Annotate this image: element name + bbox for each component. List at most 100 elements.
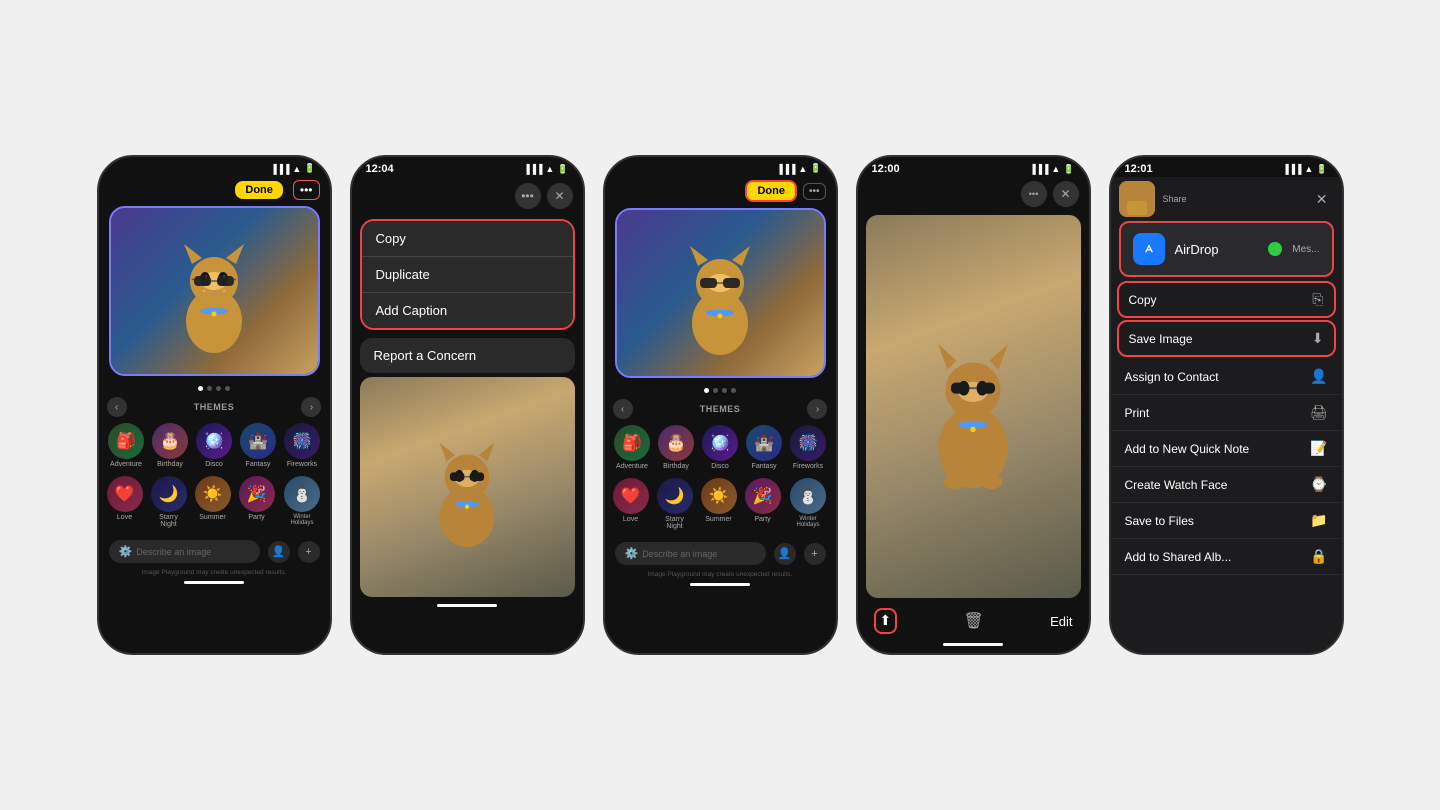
- screen2-top-bar: ••• ✕: [352, 177, 583, 215]
- theme-3-love[interactable]: ❤️ Love: [613, 478, 649, 530]
- theme-birthday[interactable]: 🎂 Birthday: [152, 423, 188, 468]
- more-options-icon[interactable]: •••: [515, 183, 541, 209]
- theme-fantasy[interactable]: 🏰 Fantasy: [240, 423, 276, 468]
- person-3-btn[interactable]: 👤: [774, 543, 796, 565]
- more-options-button-3[interactable]: •••: [803, 183, 826, 200]
- more-options-button-1[interactable]: •••: [293, 180, 320, 200]
- theme-starry-icon: 🌙: [151, 476, 187, 512]
- menu-item-duplicate[interactable]: Duplicate: [362, 257, 573, 293]
- save-files-option[interactable]: Save to Files 📁: [1111, 503, 1342, 539]
- cat-svg-4: [918, 324, 1028, 489]
- status-icons-1: ▐▐▐ ▲ 🔋: [270, 163, 315, 174]
- dot-3: [216, 386, 221, 391]
- home-indicator-1: [184, 581, 244, 584]
- theme-party-icon: 🎉: [239, 476, 275, 512]
- prev-theme-button[interactable]: ‹: [107, 397, 127, 417]
- themes-label-1: THEMES: [194, 402, 235, 412]
- dot-1: [198, 386, 203, 391]
- theme-birthday-icon: 🎂: [152, 423, 188, 459]
- theme-party[interactable]: 🎉 Party: [239, 476, 275, 528]
- save-image-icon: ⬇: [1312, 330, 1324, 347]
- describe-input-1[interactable]: ⚙️ Describe an image: [109, 540, 260, 563]
- add-3-btn[interactable]: +: [804, 543, 826, 565]
- copy-icon: ⎘: [1312, 291, 1323, 308]
- screen1-header: Done •••: [99, 176, 330, 200]
- context-menu-highlighted: Copy Duplicate Add Caption: [360, 219, 575, 330]
- theme-3-disco[interactable]: 🪩 Disco: [702, 425, 738, 470]
- theme-3-fireworks[interactable]: 🎆 Fireworks: [790, 425, 826, 470]
- menu-item-add-caption[interactable]: Add Caption: [362, 293, 573, 328]
- theme-3-party[interactable]: 🎉 Party: [745, 478, 781, 530]
- status-bar-2: 12:04 ▐▐▐ ▲ 🔋: [352, 157, 583, 177]
- theme-disco[interactable]: 🪩 Disco: [196, 423, 232, 468]
- theme-3-birthday[interactable]: 🎂 Birthday: [658, 425, 694, 470]
- phone-screen-5: 12:01 ▐▐▐ ▲ 🔋 Share ✕: [1109, 155, 1344, 655]
- context-menu-secondary: Report a Concern: [360, 338, 575, 373]
- theme-fireworks-icon: 🎆: [284, 423, 320, 459]
- menu-item-copy[interactable]: Copy: [362, 221, 573, 257]
- next-theme-button[interactable]: ›: [301, 397, 321, 417]
- shared-album-option[interactable]: Add to Shared Alb... 🔒: [1111, 539, 1342, 575]
- home-indicator-3: [690, 583, 750, 586]
- cat-full-image: [866, 215, 1081, 598]
- airdrop-status-dot: [1268, 242, 1282, 256]
- theme-starry[interactable]: 🌙 Starry Night: [151, 476, 187, 528]
- theme-3-winter[interactable]: ⛄ Winter Holidays: [789, 478, 828, 530]
- share-thumbnail: [1119, 181, 1155, 217]
- screen4-top-bar: ••• ✕: [858, 177, 1089, 211]
- done-button-1[interactable]: Done: [235, 181, 283, 199]
- themes-label-3: THEMES: [700, 404, 741, 414]
- theme-love-icon: ❤️: [107, 476, 143, 512]
- close-icon-4[interactable]: ✕: [1053, 181, 1079, 207]
- theme-3-starry[interactable]: 🌙 Starry Night: [657, 478, 693, 530]
- close-icon[interactable]: ✕: [547, 183, 573, 209]
- theme-summer-icon: ☀️: [195, 476, 231, 512]
- prev-theme-3[interactable]: ‹: [613, 399, 633, 419]
- time-4: 12:00: [872, 163, 900, 175]
- theme-winter-icon: ⛄: [284, 476, 320, 512]
- share-options-list: Copy ⎘ Save Image ⬇ Assign to Contact 👤 …: [1111, 279, 1342, 655]
- themes-nav-3: ‹ THEMES ›: [605, 397, 836, 421]
- theme-3-summer[interactable]: ☀️ Summer: [701, 478, 737, 530]
- theme-3-fantasy[interactable]: 🏰 Fantasy: [746, 425, 782, 470]
- save-files-icon: 📁: [1310, 512, 1327, 529]
- edit-button-4[interactable]: Edit: [1050, 614, 1072, 629]
- dot-4: [225, 386, 230, 391]
- theme-adventure[interactable]: 🎒 Adventure: [108, 423, 144, 468]
- theme-love[interactable]: ❤️ Love: [107, 476, 143, 528]
- theme-winter[interactable]: ⛄ Winter Holidays: [283, 476, 322, 528]
- more-options-4[interactable]: •••: [1021, 181, 1047, 207]
- menu-item-report[interactable]: Report a Concern: [360, 338, 575, 373]
- cat-image-1: [111, 208, 318, 374]
- describe-placeholder-1: Describe an image: [136, 547, 211, 557]
- trash-button-4[interactable]: 🗑: [964, 611, 984, 631]
- describe-input-3[interactable]: ⚙️ Describe an image: [615, 542, 766, 565]
- time-2: 12:04: [366, 163, 394, 175]
- print-icon: 🖨: [1310, 404, 1328, 421]
- theme-fantasy-icon: 🏰: [240, 423, 276, 459]
- quick-note-option[interactable]: Add to New Quick Note 📝: [1111, 431, 1342, 467]
- status-icons-5: ▐▐▐ ▲ 🔋: [1282, 164, 1327, 175]
- phone-screen-2: 12:04 ▐▐▐ ▲ 🔋 ••• ✕ Copy Duplicate Add C…: [350, 155, 585, 655]
- share-close-button[interactable]: ✕: [1310, 189, 1334, 210]
- save-image-option[interactable]: Save Image ⬇: [1117, 320, 1336, 357]
- assign-contact-option[interactable]: Assign to Contact 👤: [1111, 359, 1342, 395]
- phone-screen-4: 12:00 ▐▐▐ ▲ 🔋 ••• ✕: [856, 155, 1091, 655]
- print-option[interactable]: Print 🖨: [1111, 395, 1342, 431]
- next-theme-3[interactable]: ›: [807, 399, 827, 419]
- person-icon-btn[interactable]: 👤: [268, 541, 290, 563]
- share-button-4[interactable]: ⬆: [874, 608, 898, 634]
- done-button-3[interactable]: Done: [745, 180, 797, 202]
- messages-label: Mes...: [1292, 244, 1319, 255]
- theme-summer[interactable]: ☀️ Summer: [195, 476, 231, 528]
- time-5: 12:01: [1125, 163, 1153, 175]
- theme-fireworks[interactable]: 🎆 Fireworks: [284, 423, 320, 468]
- add-icon-btn[interactable]: +: [298, 541, 320, 563]
- quick-note-label: Add to New Quick Note: [1125, 442, 1250, 456]
- theme-disco-icon: 🪩: [196, 423, 232, 459]
- themes-row-2: ❤️ Love 🌙 Starry Night ☀️ Summer 🎉 Party…: [99, 472, 330, 532]
- watch-face-option[interactable]: Create Watch Face ⌚: [1111, 467, 1342, 503]
- copy-option[interactable]: Copy ⎘: [1117, 281, 1336, 318]
- airdrop-row[interactable]: AirDrop Mes...: [1119, 221, 1334, 277]
- theme-3-adventure[interactable]: 🎒 Adventure: [614, 425, 650, 470]
